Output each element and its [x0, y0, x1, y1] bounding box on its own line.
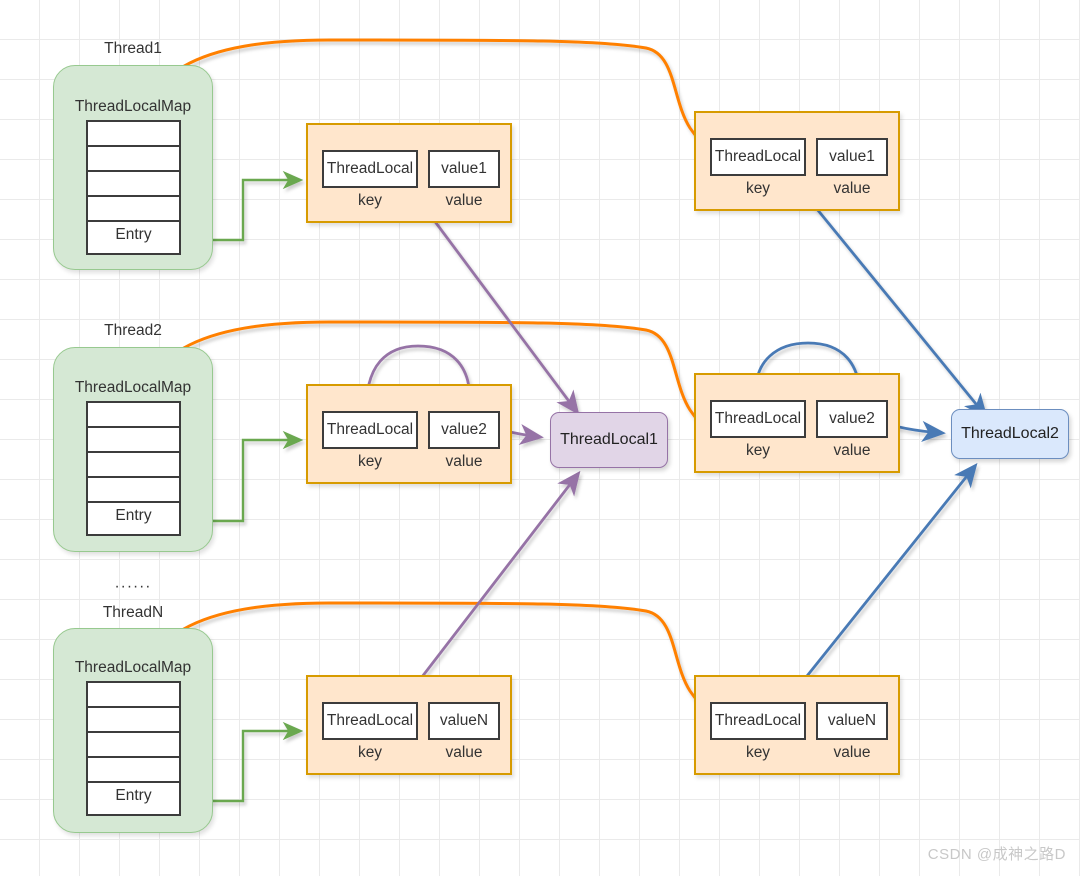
entry-key-cell: ThreadLocal [322, 702, 418, 740]
entry-key-caption: key [745, 744, 771, 761]
thread-label-1: Thread1 [104, 40, 162, 57]
blue-connector-row3-to-threadlocal2 [781, 462, 978, 707]
map-row-entry: Entry [88, 783, 179, 808]
entry-key-cell: ThreadLocal [322, 150, 418, 188]
entry-value-caption: value [833, 180, 871, 197]
entry-value-cell: value2 [816, 400, 888, 438]
map-row [88, 478, 179, 503]
entry-box-right-1: ThreadLocal value1 key value [694, 111, 900, 211]
entry-key-cell: ThreadLocal [710, 702, 806, 740]
entry-key-caption: key [357, 744, 383, 761]
entry-box-right-3: ThreadLocal valueN key value [694, 675, 900, 775]
entry-value-cell: valueN [428, 702, 500, 740]
entry-key-caption: key [357, 192, 383, 209]
thread-label-2: Thread2 [104, 322, 162, 339]
entry-value-cell: valueN [816, 702, 888, 740]
entry-value-caption: value [833, 744, 871, 761]
entry-value-cell: value2 [428, 411, 500, 449]
diagram-canvas: Thread1 ThreadLocalMap Entry Thread2 Thr… [0, 0, 1080, 876]
map-table-2: Entry [86, 401, 181, 536]
map-row [88, 147, 179, 172]
map-row [88, 733, 179, 758]
entry-key-caption: key [745, 442, 771, 459]
map-title-2: ThreadLocalMap [74, 379, 192, 396]
entry-value-caption: value [445, 453, 483, 470]
map-row [88, 758, 179, 783]
entry-box-left-3: ThreadLocal valueN key value [306, 675, 512, 775]
map-table-1: Entry [86, 120, 181, 255]
shared-node-threadlocal2[interactable]: ThreadLocal2 [951, 409, 1069, 459]
entry-value-cell: value1 [428, 150, 500, 188]
entry-key-cell: ThreadLocal [710, 138, 806, 176]
entry-value-caption: value [445, 192, 483, 209]
map-row [88, 122, 179, 147]
thread-ellipsis: ······ [114, 578, 152, 595]
entry-value-caption: value [445, 744, 483, 761]
map-row [88, 403, 179, 428]
entry-key-cell: ThreadLocal [322, 411, 418, 449]
watermark: CSDN @成神之路D [927, 846, 1066, 863]
entry-box-left-2: ThreadLocal value2 key value [306, 384, 512, 484]
thread-label-n: ThreadN [102, 604, 164, 621]
entry-box-left-1: ThreadLocal value1 key value [306, 123, 512, 223]
map-row [88, 453, 179, 478]
map-row [88, 683, 179, 708]
map-title-n: ThreadLocalMap [74, 659, 192, 676]
entry-box-right-2: ThreadLocal value2 key value [694, 373, 900, 473]
map-row [88, 197, 179, 222]
entry-key-cell: ThreadLocal [710, 400, 806, 438]
entry-key-caption: key [357, 453, 383, 470]
shared-node-threadlocal1[interactable]: ThreadLocal1 [550, 412, 668, 468]
map-table-n: Entry [86, 681, 181, 816]
entry-value-cell: value1 [816, 138, 888, 176]
map-row-entry: Entry [88, 503, 179, 528]
map-row [88, 428, 179, 453]
map-row [88, 708, 179, 733]
map-row [88, 172, 179, 197]
map-row-entry: Entry [88, 222, 179, 247]
map-title-1: ThreadLocalMap [74, 98, 192, 115]
entry-value-caption: value [833, 442, 871, 459]
entry-key-caption: key [745, 180, 771, 197]
